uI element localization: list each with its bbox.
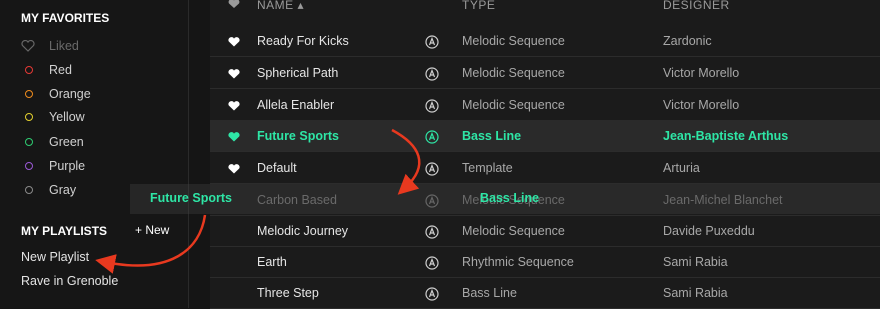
header-type[interactable]: TYPE [462, 0, 495, 12]
favorites-title: MY FAVORITES [21, 11, 110, 25]
favorite-orange[interactable]: Orange [21, 83, 186, 105]
playlists-title: MY PLAYLISTS [21, 224, 108, 238]
table-row[interactable]: Carbon Based Melodic Sequence Jean-Michel … [210, 184, 880, 216]
table-row[interactable]: Earth Rhythmic Sequence Sami Rabia [210, 246, 880, 278]
favorite-label: Green [49, 135, 84, 149]
drag-ghost-type: Bass Line [480, 191, 540, 205]
drag-ghost-name: Future Sports [150, 191, 232, 205]
header-name-label: NAME [257, 0, 294, 12]
arturia-icon [425, 277, 439, 309]
preset-type: Rhythmic Sequence [462, 255, 574, 269]
favorite-liked[interactable]: Liked [21, 35, 186, 57]
preset-type: Melodic Sequence [462, 224, 565, 238]
arturia-icon [425, 215, 439, 247]
heart-icon[interactable] [228, 57, 240, 89]
new-playlist-button[interactable]: + New [135, 223, 169, 237]
header-designer[interactable]: DESIGNER [663, 0, 730, 12]
preset-designer: Arturia [663, 161, 700, 175]
heart-icon[interactable] [228, 25, 240, 57]
arturia-icon [425, 184, 439, 216]
heart-outline-icon [21, 40, 35, 52]
preset-type: Melodic Sequence [462, 98, 565, 112]
favorite-purple[interactable]: Purple [21, 155, 186, 177]
purple-dot-icon [25, 162, 33, 170]
playlist-item[interactable]: New Playlist [21, 250, 89, 264]
table-row[interactable]: Ready For Kicks Melodic Sequence Zardonic [210, 25, 880, 57]
yellow-dot-icon [25, 113, 33, 121]
preset-type: Bass Line [462, 286, 517, 300]
arturia-icon [425, 152, 439, 184]
favorite-yellow[interactable]: Yellow [21, 106, 186, 128]
favorite-label: Yellow [49, 110, 85, 124]
preset-name: Default [257, 161, 297, 175]
preset-designer: Davide Puxeddu [663, 224, 755, 238]
preset-name: Spherical Path [257, 66, 339, 80]
gray-dot-icon [25, 186, 33, 194]
table-row[interactable]: Allela Enabler Melodic Sequence Victor Mor… [210, 89, 880, 121]
heart-icon[interactable] [228, 89, 240, 121]
preset-name: Three Step [257, 286, 319, 300]
preset-type: Template [462, 161, 513, 175]
preset-name: Future Sports [257, 129, 339, 143]
preset-name: Ready For Kicks [257, 34, 349, 48]
preset-designer: Zardonic [663, 34, 712, 48]
preset-name: Melodic Journey [257, 224, 349, 238]
favorite-label: Liked [49, 39, 79, 53]
arturia-icon [425, 120, 439, 152]
header-name[interactable]: NAME ▴ [257, 0, 304, 12]
green-dot-icon [25, 138, 33, 146]
favorite-green[interactable]: Green [21, 131, 186, 153]
favorite-label: Purple [49, 159, 86, 173]
preset-designer: Victor Morello [663, 66, 740, 80]
playlist-item[interactable]: Rave in Grenoble [21, 274, 118, 288]
table-row[interactable]: Default Template Arturia [210, 152, 880, 184]
preset-designer: Sami Rabia [663, 286, 728, 300]
preset-designer: Jean-Baptiste Arthus [663, 129, 789, 143]
table-row[interactable]: Melodic Journey Melodic Sequence Davide Pu… [210, 215, 880, 247]
table-row[interactable]: Future Sports Bass Line Jean-Baptiste Arth… [210, 120, 880, 152]
favorite-label: Orange [49, 87, 91, 101]
preset-designer: Victor Morello [663, 98, 740, 112]
preset-name: Earth [257, 255, 287, 269]
heart-icon[interactable] [228, 152, 240, 184]
preset-designer: Jean-Michel Blanchet [663, 193, 783, 207]
arturia-icon [425, 246, 439, 278]
arturia-icon [425, 89, 439, 121]
sidebar: MY FAVORITES Liked Red Orange Yellow Gre… [0, 0, 189, 308]
favorite-red[interactable]: Red [21, 59, 186, 81]
favorite-label: Red [49, 63, 72, 77]
heart-icon[interactable] [228, 120, 240, 152]
favorite-label: Gray [49, 183, 77, 197]
preset-designer: Sami Rabia [663, 255, 728, 269]
preset-type: Melodic Sequence [462, 34, 565, 48]
orange-dot-icon [25, 90, 33, 98]
preset-type: Bass Line [462, 129, 522, 143]
table-row[interactable]: Spherical Path Melodic Sequence Victor Mor… [210, 57, 880, 89]
arturia-icon [425, 57, 439, 89]
preset-type: Melodic Sequence [462, 66, 565, 80]
red-dot-icon [25, 66, 33, 74]
header-heart-icon [228, 0, 240, 12]
arturia-icon [425, 25, 439, 57]
preset-name: Carbon Based [257, 193, 337, 207]
table-row[interactable]: Three Step Bass Line Sami Rabia [210, 277, 880, 309]
preset-name: Allela Enabler [257, 98, 335, 112]
sort-ascending-icon: ▴ [293, 0, 305, 12]
